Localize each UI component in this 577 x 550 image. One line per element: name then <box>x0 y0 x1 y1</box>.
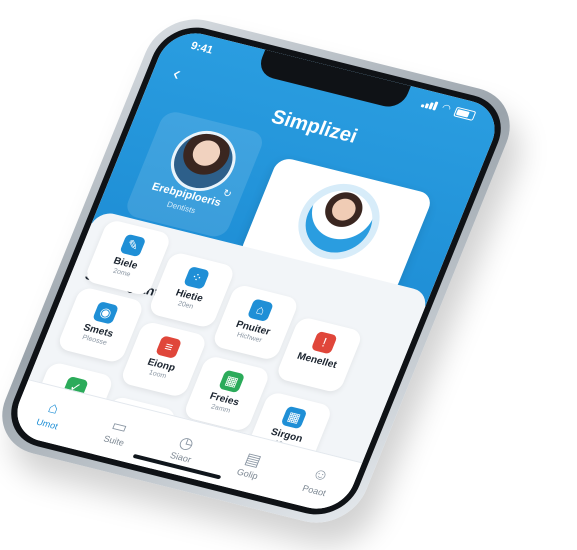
calendar-icon: ▦ <box>218 369 246 394</box>
tab-4[interactable]: ▤ Golip <box>218 444 284 486</box>
phone-bezel: 9:41 ◠ ‹ Simplizei ↻ Erebpiploeris Denti… <box>0 19 514 523</box>
profile-card[interactable]: ↻ Erebpiploeris Dentists <box>123 109 267 240</box>
photo-ring <box>286 175 392 268</box>
calendar-alert-icon: ! <box>310 330 338 355</box>
camera-icon: ◉ <box>92 301 120 325</box>
wifi-icon: ◠ <box>439 102 453 115</box>
tile-label: Menellet <box>295 350 339 371</box>
signal-icon <box>420 99 439 111</box>
house-icon: ⌂ <box>246 298 274 323</box>
tab-5[interactable]: ☺ Poaot <box>285 460 351 502</box>
featured-photo <box>295 183 383 260</box>
phone-mockup-scene: 9:41 ◠ ‹ Simplizei ↻ Erebpiploeris Denti… <box>0 0 577 550</box>
tab-1[interactable]: ⌂ Umot <box>18 394 84 436</box>
document-icon: ≡ <box>155 335 183 359</box>
phone-device: 9:41 ◠ ‹ Simplizei ↻ Erebpiploeris Denti… <box>0 9 524 533</box>
pencil-icon: ✎ <box>119 233 147 258</box>
app-screen: 9:41 ◠ ‹ Simplizei ↻ Erebpiploeris Denti… <box>7 26 505 516</box>
dots-circle-icon: ⁘ <box>183 266 211 290</box>
tab-2[interactable]: ▭ Suite <box>85 410 151 452</box>
grid-icon: ▦ <box>280 405 308 430</box>
